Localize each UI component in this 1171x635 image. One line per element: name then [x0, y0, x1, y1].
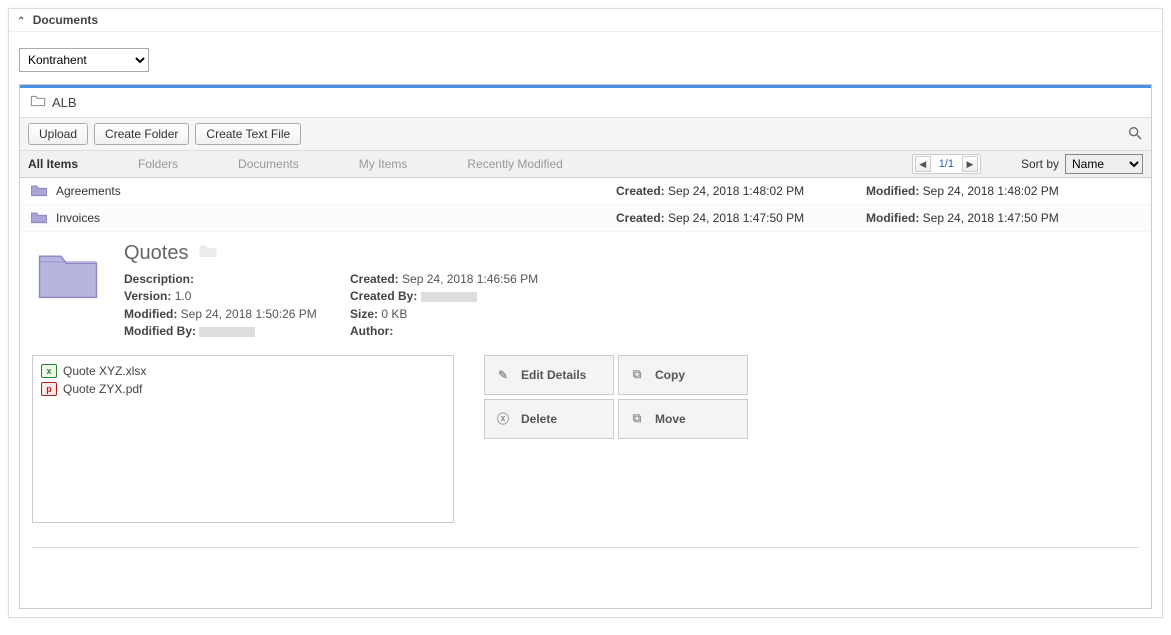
created-label: Created:	[616, 184, 665, 198]
action-label: Move	[655, 412, 686, 426]
move-button[interactable]: ⧉ Move	[618, 399, 748, 439]
pager: ◀ 1/1 ▶	[912, 154, 981, 174]
created-value: Sep 24, 2018 1:47:50 PM	[668, 211, 804, 225]
tab-folders[interactable]: Folders	[138, 151, 198, 177]
tab-recently-modified[interactable]: Recently Modified	[467, 151, 582, 177]
kontrahent-select[interactable]: Kontrahent	[19, 48, 149, 72]
edit-details-button[interactable]: ✎ Edit Details	[484, 355, 614, 395]
file-name: Quote ZYX.pdf	[63, 382, 142, 396]
search-icon[interactable]	[1127, 125, 1143, 144]
file-item[interactable]: p Quote ZYX.pdf	[41, 380, 445, 398]
breadcrumb: ALB	[20, 88, 1151, 117]
row-name: Invoices	[56, 211, 616, 225]
description-label: Description:	[124, 272, 194, 286]
modified-value: Sep 24, 2018 1:48:02 PM	[923, 184, 1059, 198]
tab-my-items[interactable]: My Items	[359, 151, 428, 177]
tab-all-items[interactable]: All Items	[28, 151, 98, 177]
delete-button[interactable]: ⓧ Delete	[484, 399, 614, 439]
pager-next-button[interactable]: ▶	[962, 156, 978, 172]
delete-icon: ⓧ	[495, 410, 511, 427]
upload-button[interactable]: Upload	[28, 123, 88, 145]
size-value: 0 KB	[381, 307, 407, 321]
created-label: Created:	[616, 211, 665, 225]
pager-text: 1/1	[935, 158, 958, 170]
list-row[interactable]: Invoices Created: Sep 24, 2018 1:47:50 P…	[20, 205, 1151, 232]
detail-block: Quotes Description: Version: 1.0 Modifie…	[20, 232, 1151, 355]
move-icon: ⧉	[629, 411, 645, 426]
modified-value: Sep 24, 2018 1:50:26 PM	[181, 307, 317, 321]
modified-label: Modified:	[124, 307, 177, 321]
action-label: Edit Details	[521, 368, 586, 382]
create-folder-button[interactable]: Create Folder	[94, 123, 189, 145]
file-box: x Quote XYZ.xlsx p Quote ZYX.pdf	[32, 355, 454, 523]
created-by-label: Created By:	[350, 289, 417, 303]
sort-by-label: Sort by	[1021, 157, 1059, 171]
author-label: Author:	[350, 324, 393, 338]
collapse-icon: ⌃	[17, 16, 25, 27]
version-label: Version:	[124, 289, 171, 303]
folder-icon	[30, 94, 46, 111]
pager-prev-button[interactable]: ◀	[915, 156, 931, 172]
panel-title: Documents	[33, 13, 98, 27]
copy-icon: ⧉	[629, 367, 645, 382]
row-name: Agreements	[56, 184, 616, 198]
size-label: Size:	[350, 307, 378, 321]
divider	[32, 547, 1139, 548]
modified-by-value	[199, 327, 255, 337]
sort-select[interactable]: Name	[1065, 154, 1143, 174]
open-folder-icon[interactable]	[198, 242, 218, 265]
version-value: 1.0	[175, 289, 192, 303]
breadcrumb-location: ALB	[52, 95, 77, 110]
create-text-file-button[interactable]: Create Text File	[195, 123, 301, 145]
modified-value: Sep 24, 2018 1:47:50 PM	[923, 211, 1059, 225]
list-row[interactable]: Agreements Created: Sep 24, 2018 1:48:02…	[20, 178, 1151, 205]
created-value: Sep 24, 2018 1:46:56 PM	[402, 272, 538, 286]
folder-icon	[30, 183, 48, 199]
edit-icon: ✎	[495, 368, 511, 382]
copy-button[interactable]: ⧉ Copy	[618, 355, 748, 395]
action-label: Copy	[655, 368, 685, 382]
created-by-value	[421, 292, 477, 302]
xlsx-icon: x	[41, 364, 57, 378]
large-folder-icon	[32, 242, 104, 341]
modified-by-label: Modified By:	[124, 324, 196, 338]
modified-label: Modified:	[866, 211, 919, 225]
folder-icon	[30, 210, 48, 226]
panel-header[interactable]: ⌃ Documents	[9, 9, 1162, 32]
pdf-icon: p	[41, 382, 57, 396]
tab-documents[interactable]: Documents	[238, 151, 319, 177]
action-label: Delete	[521, 412, 557, 426]
created-label: Created:	[350, 272, 399, 286]
created-value: Sep 24, 2018 1:48:02 PM	[668, 184, 804, 198]
file-item[interactable]: x Quote XYZ.xlsx	[41, 362, 445, 380]
detail-title: Quotes	[124, 242, 188, 265]
file-name: Quote XYZ.xlsx	[63, 364, 146, 378]
modified-label: Modified:	[866, 184, 919, 198]
